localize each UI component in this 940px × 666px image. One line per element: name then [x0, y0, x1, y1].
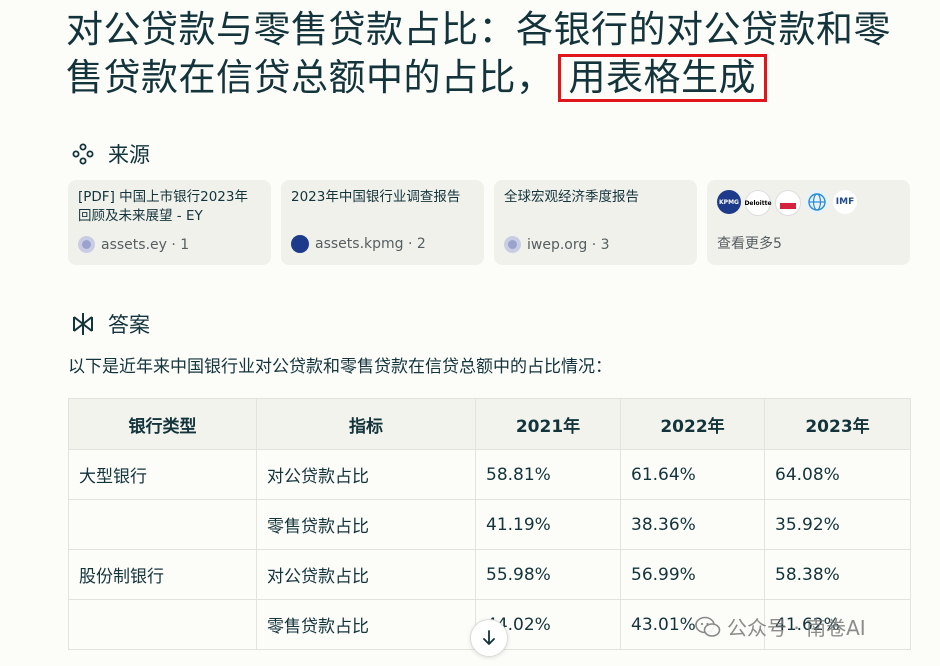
source-meta: assets.kpmg · 2	[291, 235, 426, 253]
source-title: 2023年中国银行业调查报告	[291, 189, 461, 205]
answer-heading-label: 答案	[108, 313, 150, 337]
source-site: assets.ey · 1	[101, 236, 190, 253]
query-text: 对公贷款与零售贷款占比：各银行的对公贷款和零售贷款在信贷总额中的占比，	[66, 8, 891, 99]
table-header: 2021年	[475, 398, 621, 450]
view-more-sources-card[interactable]: KPMG Deloitte IMF 查看更多5	[707, 180, 910, 265]
table-cell: 55.98%	[475, 549, 621, 600]
world-logo-icon	[805, 190, 829, 214]
source-title: 全球宏观经济季度报告	[504, 189, 639, 205]
answer-page: 对公贷款与零售贷款占比：各银行的对公贷款和零售贷款在信贷总额中的占比， 用表格生成…	[0, 0, 940, 666]
query-title: 对公贷款与零售贷款占比：各银行的对公贷款和零售贷款在信贷总额中的占比， 用表格生成	[66, 6, 926, 102]
source-site: iwep.org · 3	[527, 236, 610, 253]
table-header: 2022年	[620, 398, 765, 450]
source-site: assets.kpmg · 2	[315, 236, 426, 252]
flag-logo-icon	[775, 190, 801, 216]
source-title: [PDF] 中国上市银行2023年回顾及未来展望 - EY	[78, 189, 248, 224]
table-cell: 61.64%	[620, 449, 765, 500]
watermark: 公众号 · 南卷AI	[695, 612, 866, 641]
watermark-text: 公众号 · 南卷AI	[727, 616, 866, 640]
source-cards: [PDF] 中国上市银行2023年回顾及未来展望 - EY assets.ey …	[68, 180, 910, 265]
table-cell: 56.99%	[620, 549, 765, 600]
source-card-3[interactable]: 全球宏观经济季度报告 iwep.org · 3	[494, 180, 697, 265]
table-header-row: 银行类型 指标 2021年 2022年 2023年	[68, 398, 911, 450]
source-meta: iwep.org · 3	[504, 236, 610, 253]
query-highlight: 用表格生成	[557, 54, 767, 102]
globe-icon	[504, 236, 521, 253]
table-cell: 64.08%	[764, 449, 911, 500]
kpmg-logo-icon	[291, 235, 309, 253]
scroll-down-button[interactable]	[470, 619, 508, 657]
sources-heading: 来源	[70, 139, 150, 169]
deloitte-logo-icon: Deloitte	[744, 190, 772, 216]
table-row: 大型银行 对公贷款占比 58.81% 61.64% 64.08%	[68, 449, 911, 500]
table-cell: 对公贷款占比	[256, 549, 476, 600]
table-row: 零售贷款占比 41.19% 38.36% 35.92%	[68, 499, 911, 550]
globe-icon	[78, 236, 95, 253]
table-cell: 零售贷款占比	[256, 499, 476, 550]
table-cell: 58.38%	[764, 549, 911, 600]
wechat-icon	[695, 616, 721, 637]
source-card-2[interactable]: 2023年中国银行业调查报告 assets.kpmg · 2	[281, 180, 484, 265]
table-row: 股份制银行 对公贷款占比 55.98% 56.99% 58.38%	[68, 549, 911, 600]
source-logos: KPMG Deloitte IMF	[717, 190, 900, 216]
table-cell: 38.36%	[620, 499, 765, 550]
arrow-down-icon	[483, 630, 495, 645]
answer-icon	[70, 311, 96, 337]
answer-heading: 答案	[70, 309, 150, 339]
table-header: 指标	[256, 398, 476, 450]
view-more-label: 查看更多5	[717, 236, 782, 252]
table-header: 银行类型	[68, 398, 257, 450]
kpmg-logo-icon: KPMG	[717, 190, 741, 214]
imf-logo-icon: IMF	[833, 190, 857, 214]
table-cell: 零售贷款占比	[256, 599, 476, 650]
table-cell: 58.81%	[475, 449, 621, 500]
table-cell: 对公贷款占比	[256, 449, 476, 500]
table-header: 2023年	[764, 398, 911, 450]
table-cell	[68, 599, 257, 650]
table-cell	[68, 499, 257, 550]
sources-heading-label: 来源	[108, 143, 150, 167]
source-meta: assets.ey · 1	[78, 236, 189, 253]
sources-icon	[70, 141, 96, 167]
table-cell: 股份制银行	[68, 549, 257, 600]
source-card-1[interactable]: [PDF] 中国上市银行2023年回顾及未来展望 - EY assets.ey …	[68, 180, 271, 265]
answer-intro: 以下是近年来中国银行业对公贷款和零售贷款在信贷总额中的占比情况：	[68, 357, 612, 377]
table-cell: 35.92%	[764, 499, 911, 550]
table-cell: 41.19%	[475, 499, 621, 550]
table-cell: 大型银行	[68, 449, 257, 500]
